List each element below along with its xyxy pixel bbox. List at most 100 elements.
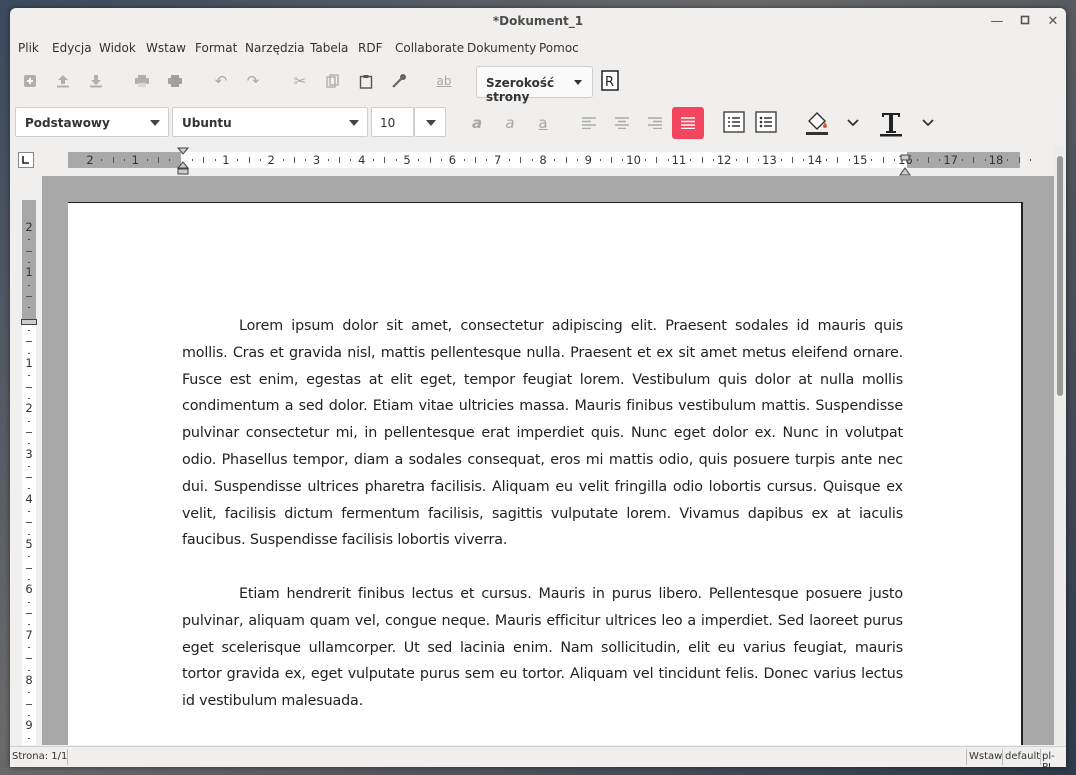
vruler-tick (28, 488, 30, 490)
reader-mode-icon[interactable]: R (598, 69, 622, 93)
font-name-select[interactable]: Ubuntu (172, 107, 368, 137)
tab-stop-selector[interactable] (18, 152, 34, 168)
ruler-tick (928, 157, 930, 163)
numbered-list-icon[interactable] (721, 109, 747, 135)
ruler-tick (576, 159, 578, 161)
ruler-tick (350, 159, 352, 161)
ruler-tick (146, 159, 148, 161)
menu-plik[interactable]: Plik (18, 41, 39, 55)
paragraph-2[interactable]: Etiam hendrerit finibus lectus et cursus… (182, 581, 903, 715)
clone-formatting-icon[interactable] (387, 69, 411, 93)
copy-icon[interactable] (321, 69, 345, 93)
undo-icon[interactable]: ↶ (209, 69, 233, 93)
close-icon[interactable]: ✕ (1044, 13, 1062, 31)
ruler-tick (248, 157, 250, 163)
zoom-dropdown[interactable]: Szerokość strony (476, 66, 593, 104)
bold-icon[interactable]: a (465, 111, 489, 135)
page-style[interactable]: default (1005, 751, 1040, 762)
cut-icon[interactable]: ✂ (288, 69, 312, 93)
status-divider (67, 749, 68, 765)
indent-marker[interactable] (176, 147, 190, 179)
menu-format[interactable]: Format (195, 41, 237, 55)
vruler-tick (26, 567, 32, 569)
ruler-tick (984, 159, 986, 161)
font-color-chevron-down-icon[interactable] (916, 111, 940, 135)
menu-rdf[interactable]: RDF (358, 41, 382, 55)
upload-icon[interactable] (51, 69, 75, 93)
vruler-tick (26, 703, 32, 705)
menu-narzedzia[interactable]: Narzędzia (245, 41, 305, 55)
fill-color-chevron-down-icon[interactable] (841, 111, 865, 135)
ruler-tick (373, 159, 375, 161)
document-area[interactable]: Lorem ipsum dolor sit amet, consectetur … (42, 176, 1054, 745)
ruler-tick (203, 157, 205, 163)
ruler-tick (259, 159, 261, 161)
paragraph-style-select[interactable]: Podstawowy (15, 107, 169, 137)
vertical-ruler[interactable]: 2 1 1 2 3 4 5 6 7 8 9 (21, 200, 37, 745)
ruler-tick (848, 159, 850, 161)
minimize-icon[interactable]: — (988, 13, 1006, 31)
status-divider (1040, 749, 1041, 765)
menu-widok[interactable]: Widok (99, 41, 136, 55)
align-justify-button[interactable] (672, 107, 704, 139)
scrollbar-thumb[interactable] (1057, 156, 1063, 396)
paragraph-1[interactable]: Lorem ipsum dolor sit amet, consectetur … (182, 313, 903, 554)
menu-tabela[interactable]: Tabela (310, 41, 348, 55)
paragraph-style-value: Podstawowy (25, 116, 110, 130)
ruler-tick (554, 159, 556, 161)
ruler-number-11: 9 (584, 153, 592, 167)
ruler-tick (565, 157, 567, 163)
horizontal-ruler[interactable]: 21123456789101112131415161718 (68, 152, 1031, 168)
ruler-tick (237, 159, 239, 161)
maximize-icon[interactable] (1016, 13, 1034, 31)
font-size-dropdown[interactable] (414, 107, 446, 137)
menu-wstaw[interactable]: Wstaw (146, 41, 186, 55)
redo-icon[interactable]: ↷ (241, 69, 265, 93)
font-size-input[interactable]: 10 (371, 107, 414, 137)
status-bar: Strona: 1/1 Wstaw default pl-PL (10, 746, 1066, 767)
ruler-tick (520, 157, 522, 163)
vruler-tick (28, 714, 30, 716)
font-color-icon[interactable] (876, 108, 906, 138)
paste-icon[interactable] (354, 69, 378, 93)
ruler-number-15: 13 (762, 153, 777, 167)
print-preview-icon[interactable] (130, 69, 154, 93)
chevron-down-icon (349, 120, 359, 126)
new-document-icon[interactable] (18, 69, 42, 93)
menu-edycja[interactable]: Edycja (52, 41, 92, 55)
ruler-tick (803, 159, 805, 161)
horizontal-ruler-area: 21123456789101112131415161718 (10, 146, 1066, 176)
ruler-tick (826, 159, 828, 161)
menu-collaborate[interactable]: Collaborate (395, 41, 464, 55)
menu-pomoc[interactable]: Pomoc (539, 41, 579, 55)
vruler-tick (28, 420, 30, 422)
align-right-icon[interactable] (643, 111, 667, 135)
ruler-number-5: 3 (312, 153, 321, 167)
vertical-scrollbar[interactable] (1054, 146, 1066, 745)
ruler-number-16: 14 (807, 153, 823, 167)
vruler-tick (28, 601, 30, 603)
document-page[interactable]: Lorem ipsum dolor sit amet, consectetur … (68, 202, 1023, 745)
top-margin-marker[interactable] (21, 319, 37, 325)
ruler-tick (973, 157, 975, 163)
bullet-list-icon[interactable] (753, 109, 779, 135)
chevron-down-icon (426, 120, 436, 126)
spellcheck-icon[interactable]: ab (432, 69, 456, 93)
page-count[interactable]: Strona: 1/1 (12, 751, 67, 762)
fill-color-icon[interactable] (802, 108, 832, 138)
vruler-tick (26, 477, 32, 479)
vruler-number-7: 5 (25, 537, 33, 552)
download-icon[interactable] (84, 69, 108, 93)
italic-icon[interactable]: a (498, 111, 522, 135)
print-icon[interactable] (163, 69, 187, 93)
insert-mode[interactable]: Wstaw (969, 751, 1002, 762)
ruler-tick (780, 159, 782, 161)
underline-icon[interactable]: a (531, 111, 555, 135)
language[interactable]: pl-PL (1042, 751, 1066, 767)
ruler-number-8: 6 (448, 153, 457, 167)
align-center-icon[interactable] (610, 111, 634, 135)
align-left-icon[interactable] (577, 111, 601, 135)
menu-dokumenty[interactable]: Dokumenty (467, 41, 536, 55)
font-size-value: 10 (380, 116, 396, 130)
ruler-tick (758, 159, 760, 161)
